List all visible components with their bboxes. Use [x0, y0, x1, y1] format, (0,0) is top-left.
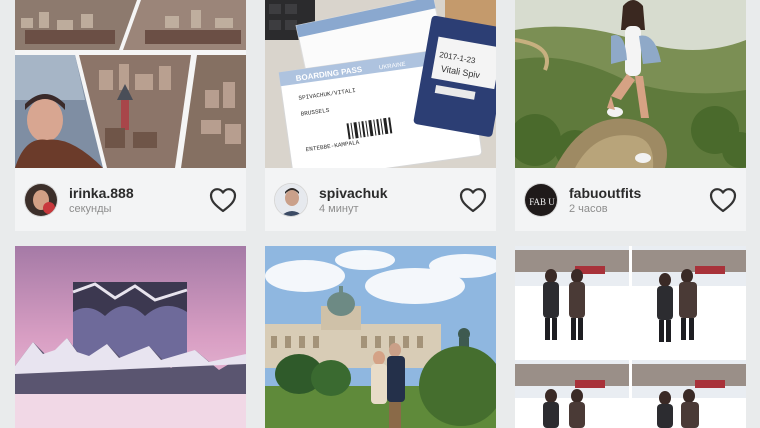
post-time: секунды	[69, 203, 112, 215]
post-card[interactable]	[265, 246, 496, 428]
avatar-image	[25, 184, 57, 216]
post-footer: irinka.888 секунды	[15, 168, 246, 231]
post-photo[interactable]	[515, 0, 746, 168]
avatar-image	[275, 184, 307, 216]
post-footer: FAB U fabuoutfits 2 часов	[515, 168, 746, 231]
hiking-woman-image	[515, 0, 746, 168]
post-photo[interactable]	[515, 246, 746, 428]
post-card[interactable]	[15, 246, 246, 428]
heart-outline-icon[interactable]	[209, 187, 237, 213]
post-photo[interactable]	[265, 246, 496, 428]
avatar[interactable]	[24, 183, 58, 217]
username-link[interactable]: fabuoutfits	[569, 185, 641, 201]
snow-collage-image	[515, 246, 746, 428]
post-card[interactable]: FAB U fabuoutfits 2 часов	[515, 0, 746, 231]
post-time: 4 минут	[319, 203, 359, 215]
post-photo[interactable]	[15, 246, 246, 428]
post-photo[interactable]	[15, 0, 246, 168]
vienna-couple-image	[265, 246, 496, 428]
avatar-logo: FAB U	[525, 184, 557, 216]
heart-outline-icon[interactable]	[709, 187, 737, 213]
username-link[interactable]: irinka.888	[69, 185, 134, 201]
post-card[interactable]: BOARDING PASS UKRAINE SPIVACHUK/VITALI B…	[265, 0, 496, 231]
post-time: 2 часов	[569, 203, 608, 215]
heart-outline-icon[interactable]	[459, 187, 487, 213]
post-card[interactable]	[515, 246, 746, 428]
city-collage-image	[15, 0, 246, 168]
username-link[interactable]: spivachuk	[319, 185, 387, 201]
avatar[interactable]	[274, 183, 308, 217]
boarding-pass-image: BOARDING PASS UKRAINE SPIVACHUK/VITALI B…	[265, 0, 496, 168]
post-footer: spivachuk 4 минут	[265, 168, 496, 231]
post-photo[interactable]: BOARDING PASS UKRAINE SPIVACHUK/VITALI B…	[265, 0, 496, 168]
pink-mountain-image	[15, 246, 246, 428]
post-card[interactable]: irinka.888 секунды	[15, 0, 246, 231]
avatar[interactable]: FAB U	[524, 183, 558, 217]
avatar-text: FAB U	[529, 197, 555, 207]
